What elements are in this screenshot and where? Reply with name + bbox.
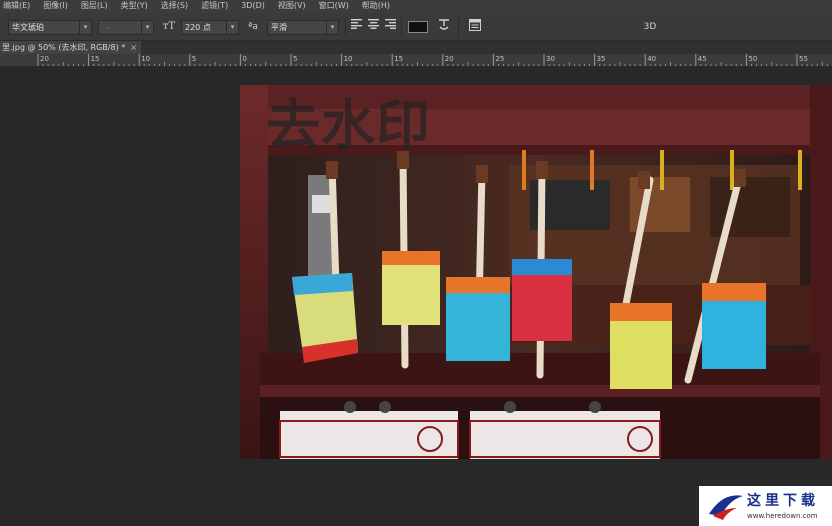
align-left-icon[interactable] <box>349 19 363 35</box>
menu-filter[interactable]: 滤镜(T) <box>201 0 228 11</box>
text-color-swatch[interactable] <box>408 21 428 33</box>
menu-3d[interactable]: 3D(D) <box>241 0 265 11</box>
menu-edit[interactable]: 编辑(E) <box>3 0 30 11</box>
menu-image[interactable]: 图像(I) <box>43 0 68 11</box>
menu-layer[interactable]: 图层(L) <box>81 0 108 11</box>
ruler-label: 5 <box>293 55 297 63</box>
chevron-down-icon: ▾ <box>79 21 91 34</box>
horizontal-ruler[interactable]: 20 15 10 5 0 5 10 15 20 25 30 35 40 45 50 55 <box>0 54 832 67</box>
ruler-label: 50 <box>748 55 757 63</box>
align-center-icon[interactable] <box>366 19 380 35</box>
ruler-label: 0 <box>242 55 246 63</box>
divider <box>401 18 402 37</box>
menu-select[interactable]: 选择(S) <box>161 0 188 11</box>
site-logo-icon <box>709 495 743 520</box>
type-options-bar: 华文琥珀 ▾ - ▾ тT 220 点 ▾ ªa 平滑 ▾ 3D <box>0 13 832 41</box>
font-family-select[interactable]: 华文琥珀 ▾ <box>8 20 92 35</box>
site-logo-url: www.heredown.com <box>747 512 818 520</box>
chevron-down-icon: ▾ <box>326 21 338 34</box>
font-style-select[interactable]: - ▾ <box>98 20 154 35</box>
site-logo-overlay: 这里下载 www.heredown.com <box>699 486 832 526</box>
antialias-icon: ªa <box>248 22 258 32</box>
chevron-down-icon: ▾ <box>141 21 153 34</box>
menu-view[interactable]: 视图(V) <box>278 0 306 11</box>
watermark-text: 去水印 <box>266 94 431 157</box>
ruler-label: 30 <box>546 55 555 63</box>
ruler-label: 45 <box>698 55 707 63</box>
ruler-label: 10 <box>141 55 150 63</box>
site-logo-title: 这里下载 <box>747 493 819 509</box>
font-size-select[interactable]: 220 点 ▾ <box>181 20 239 35</box>
3d-button[interactable]: 3D <box>640 19 660 35</box>
antialias-value: 平滑 <box>271 23 287 32</box>
document-tab-title: 里.jpg @ 50% (去水印, RGB/8) * <box>2 43 126 52</box>
ruler-label: 25 <box>495 55 504 63</box>
font-style-value: - <box>106 23 109 32</box>
divider <box>345 18 346 37</box>
menu-window[interactable]: 窗口(W) <box>319 0 349 11</box>
menu-bar: 编辑(E) 图像(I) 图层(L) 类型(Y) 选择(S) 滤镜(T) 3D(D) 视图(V)… <box>0 0 832 13</box>
ruler-label: 40 <box>647 55 656 63</box>
ruler-label: 15 <box>394 55 403 63</box>
ruler-ticks: 20 15 10 5 0 5 10 15 20 25 30 35 40 45 50 55 <box>37 54 828 66</box>
document-image: 去水印 <box>240 85 832 459</box>
document-tab-bar: 里.jpg @ 50% (去水印, RGB/8) * × <box>0 41 832 54</box>
ruler-label: 15 <box>91 55 100 63</box>
antialias-select[interactable]: 平滑 ▾ <box>267 20 339 35</box>
font-family-value: 华文琥珀 <box>12 23 44 32</box>
ruler-label: 10 <box>344 55 353 63</box>
document-tab[interactable]: 里.jpg @ 50% (去水印, RGB/8) * × <box>0 41 141 54</box>
align-right-icon[interactable] <box>383 19 397 35</box>
ruler-label: 20 <box>445 55 454 63</box>
chevron-down-icon: ▾ <box>226 21 238 34</box>
ruler-label: 55 <box>799 55 808 63</box>
ruler-label: 35 <box>597 55 606 63</box>
font-size-icon: тT <box>162 21 176 32</box>
menu-type[interactable]: 类型(Y) <box>121 0 148 11</box>
menu-help[interactable]: 帮助(H) <box>362 0 390 11</box>
ruler-label: 5 <box>192 55 196 63</box>
divider <box>458 18 459 37</box>
close-icon[interactable]: × <box>130 43 137 52</box>
character-panel-icon[interactable] <box>467 19 483 35</box>
ruler-label: 20 <box>40 55 49 63</box>
font-size-value: 220 点 <box>185 23 211 32</box>
warp-text-icon[interactable] <box>436 19 452 35</box>
